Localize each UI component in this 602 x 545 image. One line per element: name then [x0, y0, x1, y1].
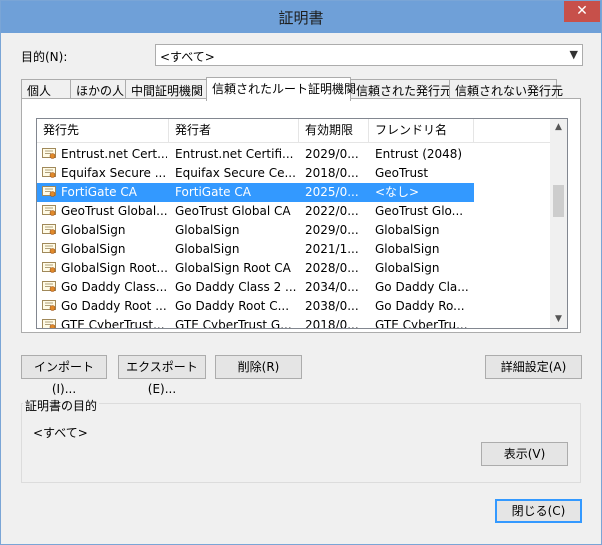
purpose-dropdown-value: <すべて>: [160, 50, 215, 64]
close-window-button[interactable]: ✕: [564, 1, 600, 22]
table-cell: Go Daddy Cla...: [375, 280, 469, 294]
column-header-issued-to[interactable]: 発行先: [37, 119, 169, 142]
table-cell: Go Daddy Class 2 ...: [175, 280, 297, 294]
table-cell: Go Daddy Ro...: [375, 299, 465, 313]
table-cell: GTE CyberTrust G...: [175, 318, 292, 329]
table-cell: 2018/0...: [305, 166, 359, 180]
certificate-icon: [42, 186, 56, 198]
table-cell: GeoTrust Global...: [61, 204, 167, 218]
table-cell: GlobalSign Root...: [61, 261, 167, 275]
table-cell: GlobalSign: [375, 223, 440, 237]
table-cell: Go Daddy Root ...: [61, 299, 167, 313]
table-cell: 2038/0...: [305, 299, 359, 313]
table-cell: GTE CyberTrust...: [61, 318, 165, 329]
import-button[interactable]: インポート(I)...: [21, 355, 107, 396]
table-cell: 2021/1...: [305, 242, 359, 256]
certificate-icon: [42, 224, 56, 236]
table-cell: 2018/0...: [305, 318, 359, 329]
table-cell: Go Daddy Class...: [61, 280, 167, 294]
table-cell: GlobalSign Root CA: [175, 261, 291, 275]
column-header-expiration[interactable]: 有効期限: [299, 119, 369, 142]
table-row[interactable]: FortiGate CA FortiGate CA 2025/0... <なし>: [37, 183, 474, 202]
title-bar[interactable]: 証明書 ✕: [1, 1, 601, 33]
scroll-up-arrow-icon[interactable]: ▲: [550, 119, 567, 136]
tab-trusted-root-ca[interactable]: 信頼されたルート証明機関: [206, 77, 356, 101]
certificate-icon: [42, 243, 56, 255]
window-title: 証明書: [278, 9, 324, 27]
table-cell: Equifax Secure ...: [61, 166, 167, 180]
table-cell: 2022/0...: [305, 204, 359, 218]
export-button[interactable]: エクスポート(E)...: [118, 355, 206, 396]
table-cell: GlobalSign: [61, 223, 126, 237]
dialog-client: 目的(N): <すべて> ▼ 個人 ほかの人 中間証明機関 信頼されたルート証明…: [9, 33, 593, 536]
table-row[interactable]: Go Daddy Root ... Go Daddy Root C... 2038/…: [37, 297, 552, 316]
certificate-icon: [42, 205, 56, 217]
table-cell: GlobalSign: [61, 242, 126, 256]
table-row[interactable]: GeoTrust Global... GeoTrust Global CA 2022…: [37, 202, 552, 221]
table-cell: GlobalSign: [175, 223, 240, 237]
table-cell: GTE CyberTru...: [375, 318, 468, 329]
tab-untrusted-publishers[interactable]: 信頼されない発行元: [449, 79, 563, 99]
tab-strip: 個人 ほかの人 中間証明機関 信頼されたルート証明機関 信頼された発行元 信頼さ…: [21, 77, 581, 101]
table-cell: Go Daddy Root C...: [175, 299, 290, 313]
column-header-friendly-name[interactable]: フレンドリ名: [369, 119, 474, 142]
close-button[interactable]: 閉じる(C): [495, 499, 582, 523]
certificate-icon: [42, 262, 56, 274]
table-cell: 2034/0...: [305, 280, 359, 294]
table-row[interactable]: GlobalSign GlobalSign 2029/0... GlobalSign: [37, 221, 552, 240]
table-cell: FortiGate CA: [61, 185, 137, 199]
vertical-scrollbar[interactable]: ▲ ▼: [550, 119, 567, 328]
certificate-icon: [42, 300, 56, 312]
table-row[interactable]: GlobalSign GlobalSign 2021/1... GlobalSign: [37, 240, 552, 259]
certificates-dialog: 証明書 ✕ 目的(N): <すべて> ▼ 個人 ほかの人 中間証明機関 信頼され…: [0, 0, 602, 545]
delete-button[interactable]: 削除(R): [215, 355, 302, 379]
table-cell: GlobalSign: [175, 242, 240, 256]
table-cell: GeoTrust Glo...: [375, 204, 464, 218]
tab-panel: 発行先 発行者 有効期限 フレンドリ名 Entrust.net Cert... E…: [21, 98, 581, 333]
table-row[interactable]: Go Daddy Class... Go Daddy Class 2 ... 203…: [37, 278, 552, 297]
scroll-down-arrow-icon[interactable]: ▼: [550, 311, 567, 328]
certificate-icon: [42, 281, 56, 293]
certificate-icon: [42, 148, 56, 160]
table-cell: <なし>: [375, 185, 420, 199]
table-cell: 2029/0...: [305, 223, 359, 237]
purpose-dropdown[interactable]: <すべて> ▼: [155, 44, 583, 66]
table-cell: Equifax Secure Ce...: [175, 166, 296, 180]
scroll-thumb[interactable]: [553, 185, 564, 217]
chevron-down-icon: ▼: [569, 48, 578, 61]
tab-intermediate-ca[interactable]: 中間証明機関: [125, 79, 207, 99]
purpose-label: 目的(N):: [21, 50, 68, 64]
table-cell: Entrust (2048): [375, 147, 463, 161]
tab-trusted-publishers[interactable]: 信頼された発行元: [350, 79, 452, 99]
tab-personal[interactable]: 個人: [21, 79, 71, 99]
table-cell: 2028/0...: [305, 261, 359, 275]
table-cell: 2029/0...: [305, 147, 359, 161]
table-row[interactable]: GlobalSign Root... GlobalSign Root CA 2028…: [37, 259, 552, 278]
table-cell: GeoTrust Global CA: [175, 204, 291, 218]
certificate-purposes-value: <すべて>: [33, 426, 88, 440]
table-row[interactable]: Entrust.net Cert... Entrust.net Certifi..…: [37, 145, 552, 164]
certificate-icon: [42, 319, 56, 328]
table-cell: GeoTrust: [375, 166, 429, 180]
certificate-list[interactable]: 発行先 発行者 有効期限 フレンドリ名 Entrust.net Cert... E…: [36, 118, 568, 329]
view-button[interactable]: 表示(V): [481, 442, 568, 466]
table-cell: GlobalSign: [375, 261, 440, 275]
advanced-button[interactable]: 詳細設定(A): [485, 355, 582, 379]
table-row[interactable]: Equifax Secure ... Equifax Secure Ce... 20…: [37, 164, 552, 183]
column-header-issued-by[interactable]: 発行者: [169, 119, 299, 142]
table-cell: 2025/0...: [305, 185, 359, 199]
table-cell: Entrust.net Certifi...: [175, 147, 294, 161]
table-row[interactable]: GTE CyberTrust... GTE CyberTrust G... 2018…: [37, 316, 552, 329]
table-cell: GlobalSign: [375, 242, 440, 256]
table-cell: Entrust.net Cert...: [61, 147, 167, 161]
certificate-icon: [42, 167, 56, 179]
list-header: 発行先 発行者 有効期限 フレンドリ名: [37, 119, 552, 143]
certificate-purposes-label: 証明書の目的: [23, 397, 100, 414]
table-cell: FortiGate CA: [175, 185, 251, 199]
tab-other-people[interactable]: ほかの人: [70, 79, 126, 99]
